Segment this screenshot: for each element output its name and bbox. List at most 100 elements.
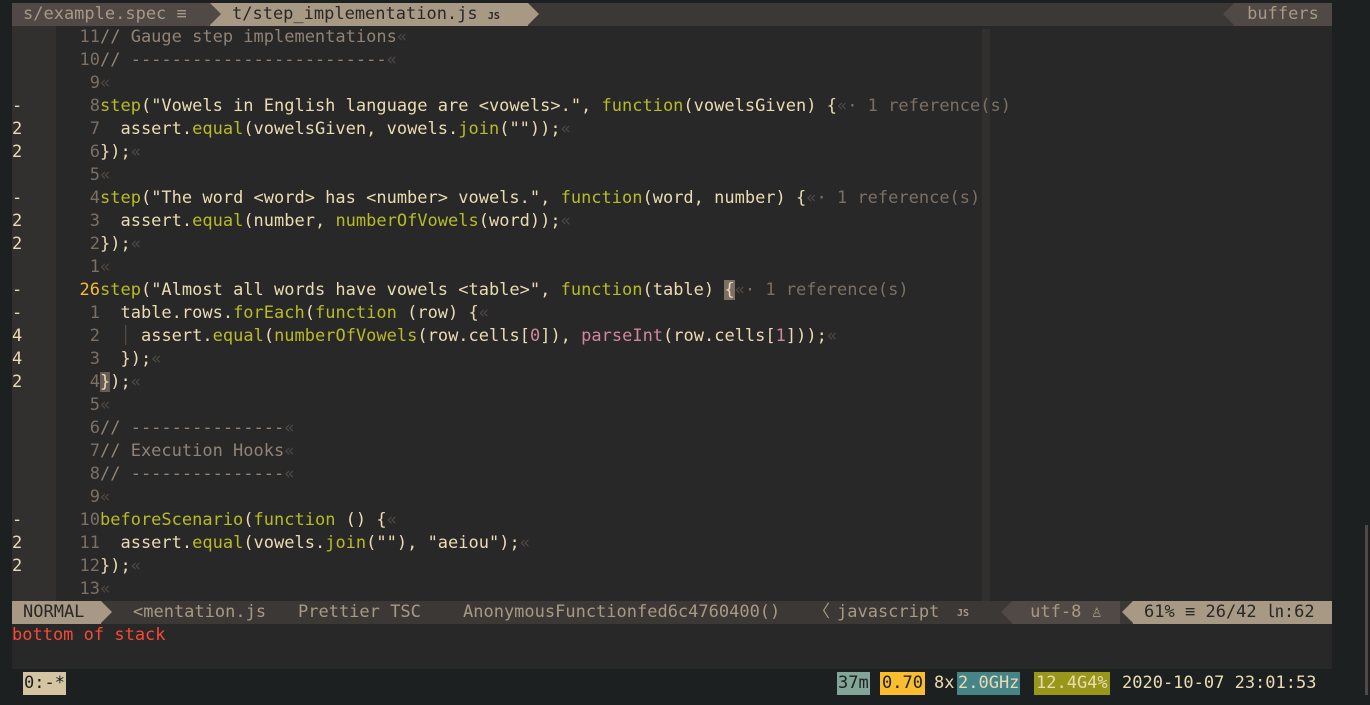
code-line[interactable]: 2 2});«: [12, 233, 1332, 256]
cursor: {: [724, 280, 735, 300]
line-number: 2: [89, 234, 100, 254]
uptime: 37m: [837, 672, 870, 695]
code-line[interactable]: 7// Execution Hooks«: [12, 440, 1332, 463]
comment: // Gauge step implementations: [100, 27, 397, 47]
code-text: });«: [100, 555, 141, 578]
line-number: 10: [79, 510, 100, 530]
tab-label: s/example.spec: [23, 4, 167, 24]
code-token: (: [263, 326, 275, 346]
code-token: (vowels.: [243, 533, 326, 553]
separator-icon: 〈: [813, 602, 830, 622]
cursor-position: 61% ≡ 26/42 ㏑:62: [1133, 601, 1332, 624]
line-number: 11: [79, 533, 100, 553]
code-token: equal: [212, 326, 264, 346]
code-token: table.rows.: [100, 303, 234, 323]
code-token: (row.cells[: [417, 326, 530, 346]
reference-hint[interactable]: · 1 reference(s): [745, 280, 909, 300]
code-token: }: [100, 372, 111, 392]
code-text: // ---------------«: [100, 463, 294, 486]
code-text: // Execution Hooks«: [100, 440, 294, 463]
line-number: 12: [79, 556, 100, 576]
git-sign: -: [12, 95, 56, 118]
eol-marker: «: [560, 119, 571, 139]
code-line[interactable]: 8// ---------------«: [12, 463, 1332, 486]
git-sign: -: [12, 187, 56, 210]
eol-marker: «: [100, 73, 111, 93]
eol-marker: «: [284, 464, 295, 484]
tab-step-implementation[interactable]: t/step_implementation.js JS: [210, 3, 528, 26]
percent: 61%: [1144, 602, 1175, 622]
git-sign: [12, 49, 56, 72]
git-sign: [12, 72, 56, 95]
code-line[interactable]: - 8 step("Vowels in English language are <…: [12, 95, 1332, 118]
code-line[interactable]: 5 «: [12, 164, 1332, 187]
code-line[interactable]: - 26 step("Almost all words have vowels <t…: [12, 279, 1332, 302]
code-text: «: [100, 486, 110, 509]
code-line[interactable]: 10// -------------------------«: [12, 49, 1332, 72]
line-number: 1: [89, 257, 100, 277]
code-token: ("Almost all words have vowels <table>",: [140, 280, 561, 300]
code-line[interactable]: - 1 table.rows.forEach(function (row) {«: [12, 302, 1332, 325]
eol-marker: «: [130, 372, 141, 392]
js-filetype-icon: JS: [957, 608, 970, 619]
code-line[interactable]: 5 «: [12, 394, 1332, 417]
reference-hint[interactable]: · 1 reference(s): [847, 96, 1011, 116]
buffers-label[interactable]: buffers: [1234, 3, 1332, 26]
line-number: 6: [89, 418, 100, 438]
code-token: function: [560, 188, 643, 208]
datetime: 2020-10-07 23:01:53: [1122, 673, 1317, 693]
code-line[interactable]: 2 4});«: [12, 371, 1332, 394]
code-text: // Gauge step implementations«: [100, 26, 407, 49]
git-sign: -: [12, 279, 56, 302]
code-token: (""));: [499, 119, 561, 139]
code-line[interactable]: 2 11 assert.equal(vowels.join(""), "aeiou…: [12, 532, 1332, 555]
code-token: (row) {: [396, 303, 479, 323]
line-number: 9: [89, 487, 100, 507]
code-line[interactable]: - 10 beforeScenario(function () {«: [12, 509, 1332, 532]
tabline: s/example.spec ≡ t/step_implementation.j…: [12, 3, 1332, 26]
tab-example-spec[interactable]: s/example.spec ≡: [12, 3, 210, 26]
line-number: 3: [89, 211, 100, 231]
filetype: javascript: [837, 602, 940, 622]
tab-label: t/step_implementation.js: [232, 4, 478, 24]
code-line[interactable]: 2 12});«: [12, 555, 1332, 578]
markdown-file-icon: ≡: [176, 4, 187, 24]
vim-window: s/example.spec ≡ t/step_implementation.j…: [12, 3, 1332, 669]
code-line[interactable]: 2 3 assert.equal(number, numberOfVowels(w…: [12, 210, 1332, 233]
git-sign: -: [12, 302, 56, 325]
line-number: 13: [79, 579, 100, 599]
code-line[interactable]: 9 «: [12, 72, 1332, 95]
scrollbar[interactable]: [1365, 525, 1368, 695]
eol-marker: «: [284, 418, 295, 438]
message-line: bottom of stack: [12, 625, 166, 645]
code-line[interactable]: - 4 step("The word <word> has <number> vow…: [12, 187, 1332, 210]
code-token: function: [560, 280, 643, 300]
editor-pane[interactable]: 11// Gauge step implementations« 10// ---…: [12, 26, 1332, 601]
code-token: });: [100, 556, 131, 576]
code-token: (row.cells[: [663, 326, 776, 346]
code-text: step("The word <word> has <number> vowel…: [100, 187, 980, 210]
lines-icon: ≡: [1184, 602, 1196, 622]
eol-marker: «: [386, 50, 397, 70]
code-token: step: [100, 188, 141, 208]
tmux-statusbar: 0:-* 37m 0.70 8x 2.0GHz 12.4G4% 2020-10-…: [0, 669, 1370, 705]
eol-marker: «: [100, 579, 111, 599]
tmux-window[interactable]: 0:-*: [23, 672, 66, 695]
code-token: assert.: [100, 533, 193, 553]
reference-hint[interactable]: · 1 reference(s): [817, 188, 981, 208]
code-line[interactable]: 13 «: [12, 578, 1332, 601]
memory-usage: 12.4G4%: [1034, 672, 1110, 695]
statusline-separator-icon: [1001, 601, 1012, 623]
code-line[interactable]: 42 │ assert.equal(numberOfVowels(row.cel…: [12, 325, 1332, 348]
code-line[interactable]: 2 7 assert.equal(vowelsGiven, vowels.join…: [12, 118, 1332, 141]
code-line[interactable]: 6// ---------------«: [12, 417, 1332, 440]
code-line[interactable]: 1 «: [12, 256, 1332, 279]
code-line[interactable]: 11// Gauge step implementations«: [12, 26, 1332, 49]
code-token: ]),: [540, 326, 582, 346]
code-line[interactable]: 2 6});«: [12, 141, 1332, 164]
git-sign: 4: [12, 325, 56, 348]
code-line[interactable]: 9 «: [12, 486, 1332, 509]
code-text: step("Almost all words have vowels <tabl…: [100, 279, 909, 302]
code-line[interactable]: 4 3 });«: [12, 348, 1332, 371]
